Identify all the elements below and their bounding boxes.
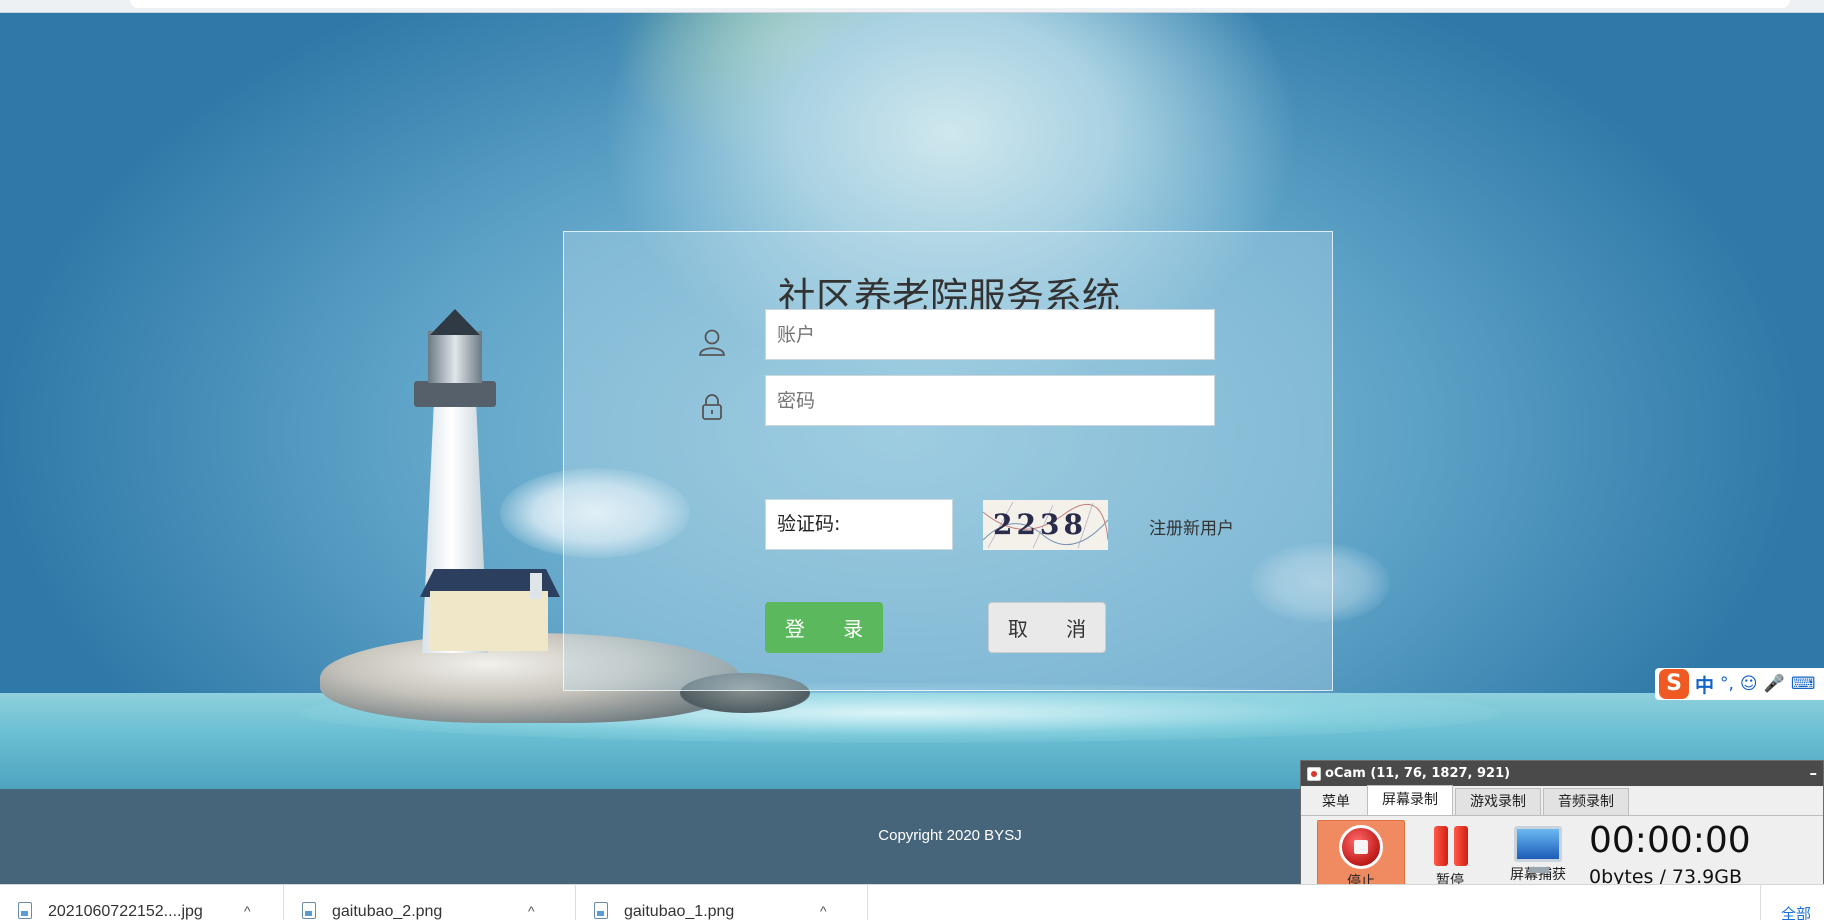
chevron-up-icon[interactable]: ^: [820, 903, 827, 919]
download-item[interactable]: 2021060722152....jpg ^: [0, 885, 284, 920]
lighthouse-lantern: [428, 331, 482, 383]
download-filename: 2021060722152....jpg: [48, 903, 203, 920]
minimize-icon[interactable]: –: [1810, 761, 1818, 786]
ime-toolbar: S 中 °, ☺ 🎤 ⌨: [1655, 668, 1824, 700]
captcha-image[interactable]: 2238: [983, 500, 1108, 550]
download-filename: gaitubao_1.png: [624, 903, 735, 920]
keyboard-icon[interactable]: ⌨: [1791, 674, 1816, 694]
login-panel: 社区养老院服务系统 验证码: 2238 注册新用户 登 录 取 消: [563, 231, 1333, 691]
record-timer: 00:00:00: [1589, 820, 1751, 861]
download-bar: 2021060722152....jpg ^ gaitubao_2.png ^ …: [0, 884, 1824, 920]
sogou-logo-icon[interactable]: S: [1659, 669, 1689, 699]
register-link[interactable]: 注册新用户: [1149, 514, 1234, 539]
password-input[interactable]: [765, 375, 1215, 426]
tab-audio-record[interactable]: 音频录制: [1543, 788, 1629, 815]
ocam-titlebar[interactable]: oCam (11, 76, 1827, 921) –: [1301, 761, 1823, 786]
stop-record-icon: [1339, 825, 1383, 869]
image-file-icon: [18, 901, 32, 919]
ocam-app-icon: [1307, 766, 1321, 781]
ocam-tabs: 菜单 屏幕录制 游戏录制 音频录制: [1301, 785, 1823, 816]
emoji-icon[interactable]: ☺: [1740, 674, 1758, 694]
chimney: [530, 573, 542, 599]
tab-menu[interactable]: 菜单: [1307, 788, 1365, 815]
background-scene: 社区养老院服务系统 验证码: 2238 注册新用户 登 录 取 消: [0, 13, 1824, 789]
browser-top-strip: [0, 0, 1824, 13]
monitor-icon: [1514, 826, 1562, 873]
lighthouse-cap: [430, 309, 480, 335]
captcha-code: 2238: [993, 508, 1087, 541]
download-filename: gaitubao_2.png: [332, 903, 443, 920]
chevron-up-icon[interactable]: ^: [244, 903, 251, 919]
login-button[interactable]: 登 录: [765, 602, 883, 653]
image-file-icon: [302, 901, 316, 919]
ocam-window: oCam (11, 76, 1827, 921) – 菜单 屏幕录制 游戏录制 …: [1300, 760, 1824, 904]
user-icon: [699, 329, 725, 356]
ime-mode-toggle[interactable]: 中: [1695, 671, 1714, 698]
download-item[interactable]: gaitubao_2.png ^: [284, 885, 576, 920]
punctuation-icon[interactable]: °,: [1720, 674, 1734, 694]
chevron-up-icon[interactable]: ^: [528, 903, 535, 919]
lighthouse-gallery: [414, 381, 496, 407]
ocam-title-text: oCam (11, 76, 1827, 921): [1325, 766, 1511, 781]
download-item[interactable]: gaitubao_1.png ^: [576, 885, 868, 920]
tab-screen-record[interactable]: 屏幕录制: [1367, 785, 1453, 815]
tab-game-record[interactable]: 游戏录制: [1455, 788, 1541, 815]
pause-icon: [1428, 824, 1472, 868]
keeper-house: [430, 591, 548, 651]
address-bar-edge[interactable]: [130, 0, 1790, 8]
cancel-button[interactable]: 取 消: [988, 602, 1106, 653]
microphone-icon[interactable]: 🎤: [1764, 674, 1785, 694]
image-file-icon: [594, 901, 608, 919]
account-input[interactable]: [765, 309, 1215, 360]
captcha-input[interactable]: 验证码:: [765, 499, 953, 550]
show-all-downloads-link[interactable]: 全部显示: [1760, 885, 1824, 920]
lock-icon: [702, 394, 722, 420]
